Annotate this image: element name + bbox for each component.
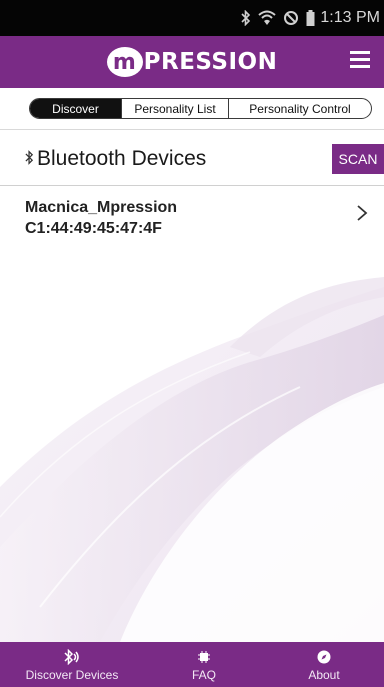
nav-faq[interactable]: FAQ xyxy=(144,642,264,687)
nav-label: About xyxy=(308,667,340,682)
nav-discover-devices[interactable]: Discover Devices xyxy=(0,642,144,687)
bluetooth-icon xyxy=(25,149,34,169)
device-name: Macnica_Mpression xyxy=(25,199,178,216)
scan-button[interactable]: SCAN xyxy=(332,144,384,174)
logo-text: PRESSION xyxy=(143,49,278,75)
chip-icon xyxy=(197,648,211,666)
wifi-icon xyxy=(258,10,277,26)
compass-icon xyxy=(317,648,331,666)
nav-label: Discover Devices xyxy=(25,667,119,682)
status-time: 1:13 PM xyxy=(320,9,380,26)
background-wave-art xyxy=(0,277,384,642)
device-list-item[interactable]: Macnica_Mpression C1:44:49:45:47:4F xyxy=(0,187,384,247)
app-header: m PRESSION xyxy=(0,36,384,88)
tab-personality-list[interactable]: Personality List xyxy=(122,99,229,118)
bluetooth-icon xyxy=(241,10,251,26)
tab-discover[interactable]: Discover xyxy=(30,99,122,118)
section-title: Bluetooth Devices xyxy=(37,147,207,170)
segmented-tabs: Discover Personality List Personality Co… xyxy=(29,98,372,119)
nav-about[interactable]: About xyxy=(264,642,384,687)
do-not-disturb-icon xyxy=(283,10,299,26)
tab-personality-control[interactable]: Personality Control xyxy=(229,99,371,118)
bottom-navigation: Discover Devices FAQ About xyxy=(0,642,384,687)
bluetooth-devices-header: Bluetooth Devices SCAN xyxy=(0,131,384,186)
app-logo: m PRESSION xyxy=(106,47,278,77)
bluetooth-search-icon xyxy=(63,648,81,666)
device-mac-address: C1:44:49:45:47:4F xyxy=(25,220,162,237)
device-list-area: Macnica_Mpression C1:44:49:45:47:4F xyxy=(0,187,384,642)
tab-bar-container: Discover Personality List Personality Co… xyxy=(0,88,384,130)
status-bar: 1:13 PM xyxy=(0,0,384,36)
chevron-right-icon xyxy=(357,205,368,221)
logo-badge: m xyxy=(106,47,143,77)
nav-label: FAQ xyxy=(191,667,216,682)
bluetooth-devices-title: Bluetooth Devices xyxy=(25,147,206,171)
battery-icon xyxy=(306,10,315,26)
hamburger-menu-icon[interactable] xyxy=(350,51,370,71)
